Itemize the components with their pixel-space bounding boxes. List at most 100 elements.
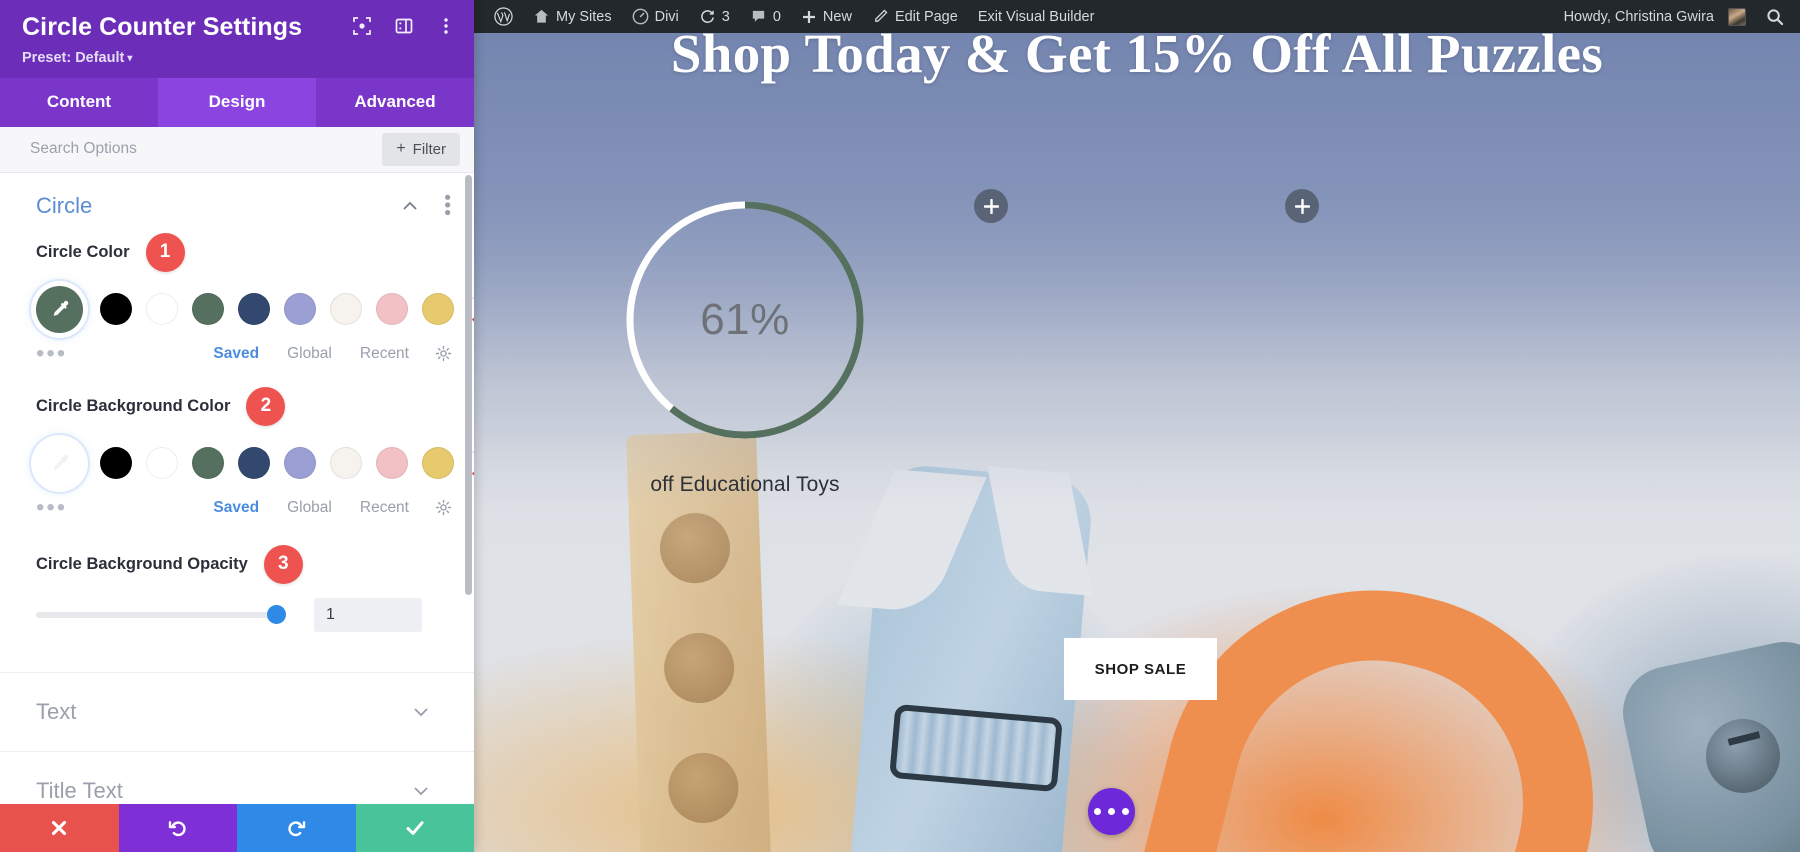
field-label-row: Circle Background Color 2 bbox=[36, 386, 452, 426]
field-label-row: Circle Background Opacity 3 bbox=[36, 544, 452, 584]
admin-bar-item-divi[interactable]: Divi bbox=[622, 0, 689, 33]
admin-bar-label: Edit Page bbox=[894, 8, 958, 25]
tab-advanced[interactable]: Advanced bbox=[316, 77, 474, 127]
color-swatch-row bbox=[36, 439, 474, 487]
module-settings-panel: Circle Counter Settings Preset: Default ▾… bbox=[0, 0, 474, 852]
swatch-black[interactable] bbox=[100, 293, 132, 325]
decorative-wrench-knurl bbox=[889, 703, 1063, 793]
swatch-pink[interactable] bbox=[376, 447, 408, 479]
swatch-green[interactable] bbox=[192, 293, 224, 325]
admin-bar-label: Divi bbox=[654, 8, 679, 25]
chevron-down-icon: ▾ bbox=[127, 52, 133, 64]
opacity-value-input[interactable] bbox=[314, 597, 422, 632]
swatch-yellow[interactable] bbox=[422, 447, 454, 479]
gear-icon[interactable] bbox=[435, 345, 452, 362]
chevron-down-icon bbox=[412, 703, 430, 721]
redo-button[interactable] bbox=[237, 804, 356, 852]
filter-button-label: Filter bbox=[412, 140, 446, 158]
cancel-button[interactable] bbox=[0, 804, 119, 852]
swatch-periwinkle[interactable] bbox=[284, 447, 316, 479]
filter-button[interactable]: + Filter bbox=[382, 132, 460, 166]
slider-handle[interactable] bbox=[267, 604, 286, 624]
color-picker-current[interactable] bbox=[36, 439, 83, 487]
tab-global-colors[interactable]: Global bbox=[287, 499, 332, 517]
opacity-slider[interactable] bbox=[36, 604, 286, 625]
slider-track bbox=[36, 611, 286, 618]
tab-content[interactable]: Content bbox=[0, 77, 158, 127]
section-header-text[interactable]: Text bbox=[0, 673, 474, 751]
wp-logo-button[interactable] bbox=[484, 0, 523, 33]
swatch-off-white[interactable] bbox=[330, 293, 362, 325]
field-label: Circle Color bbox=[36, 242, 130, 261]
field-circle-background-color: Circle Background Color 2 bbox=[0, 386, 474, 487]
comment-icon bbox=[750, 8, 767, 25]
swatch-navy[interactable] bbox=[238, 447, 270, 479]
more-colors-icon[interactable]: ••• bbox=[36, 341, 185, 365]
undo-button[interactable] bbox=[118, 804, 237, 852]
admin-bar-item-comments[interactable]: 0 bbox=[740, 0, 791, 33]
swatch-navy[interactable] bbox=[238, 293, 270, 325]
tab-global-colors[interactable]: Global bbox=[287, 345, 332, 363]
home-icon bbox=[533, 8, 550, 25]
swatch-white[interactable] bbox=[146, 293, 178, 325]
panel-header: Circle Counter Settings Preset: Default ▾ bbox=[0, 0, 474, 78]
admin-bar-item-edit-page[interactable]: Edit Page bbox=[862, 0, 968, 33]
color-meta-row-circle-color: ••• Saved Global Recent bbox=[0, 333, 474, 365]
swatch-yellow[interactable] bbox=[422, 293, 454, 325]
layout-columns-icon[interactable] bbox=[394, 16, 414, 36]
section-header-circle[interactable]: Circle ••• bbox=[0, 173, 474, 233]
account-menu[interactable]: Howdy, Christina Gwira bbox=[1554, 0, 1756, 33]
admin-bar-search-button[interactable] bbox=[1756, 0, 1794, 33]
swatch-pink[interactable] bbox=[376, 293, 408, 325]
tab-saved-colors[interactable]: Saved bbox=[213, 345, 259, 363]
step-badge-3: 3 bbox=[263, 544, 303, 584]
chevron-up-icon[interactable] bbox=[401, 197, 419, 215]
save-button[interactable] bbox=[355, 804, 474, 852]
shop-sale-button[interactable]: SHOP SALE bbox=[1064, 638, 1217, 700]
tab-saved-colors[interactable]: Saved bbox=[213, 499, 259, 517]
plus-icon: + bbox=[396, 140, 406, 157]
panel-preset-selector[interactable]: Preset: Default ▾ bbox=[22, 50, 452, 66]
page-title: Shop Today & Get 15% Off All Puzzles bbox=[670, 33, 1604, 84]
plus-icon bbox=[801, 9, 817, 25]
module-settings-dots-button[interactable] bbox=[1088, 788, 1135, 835]
tab-design[interactable]: Design bbox=[158, 77, 316, 127]
admin-bar-item-new[interactable]: New bbox=[791, 0, 862, 33]
more-colors-icon[interactable]: ••• bbox=[36, 495, 185, 519]
panel-body: Circle ••• Circle Color 1 ••• Saved Glob… bbox=[0, 172, 474, 805]
search-icon bbox=[1766, 8, 1784, 26]
circle-counter-percent: 61% bbox=[700, 295, 790, 344]
focus-icon[interactable] bbox=[352, 16, 372, 36]
kebab-menu-icon[interactable]: ••• bbox=[436, 194, 457, 217]
section-title: Title Text bbox=[36, 777, 123, 803]
admin-bar-item-updates[interactable]: 3 bbox=[689, 0, 740, 33]
decorative-grey-tool-inner bbox=[1706, 719, 1780, 793]
swatch-off-white[interactable] bbox=[330, 447, 362, 479]
tab-recent-colors[interactable]: Recent bbox=[360, 345, 409, 363]
panel-header-icons bbox=[352, 16, 456, 36]
tab-recent-colors[interactable]: Recent bbox=[360, 499, 409, 517]
panel-scrollbar[interactable] bbox=[465, 174, 472, 595]
field-label: Circle Background Color bbox=[36, 396, 231, 415]
swatch-black[interactable] bbox=[100, 447, 132, 479]
swatch-periwinkle[interactable] bbox=[284, 293, 316, 325]
section-header-title-text[interactable]: Title Text bbox=[0, 750, 474, 805]
opacity-slider-row bbox=[0, 597, 474, 632]
check-icon bbox=[406, 821, 424, 835]
kebab-menu-icon[interactable] bbox=[436, 16, 456, 36]
gear-icon[interactable] bbox=[435, 499, 452, 516]
swatch-green[interactable] bbox=[192, 447, 224, 479]
eyedropper-icon bbox=[53, 454, 68, 470]
screen-root: Shop Today & Get 15% Off All Puzzles 61%… bbox=[0, 0, 1800, 852]
admin-bar-item-exit-visual-builder[interactable]: Exit Visual Builder bbox=[968, 0, 1105, 33]
admin-bar-item-my-sites[interactable]: My Sites bbox=[523, 0, 622, 33]
dashboard-icon bbox=[632, 8, 649, 25]
circle-counter-module[interactable]: 61% off Educational Toys bbox=[614, 189, 876, 497]
search-input[interactable] bbox=[0, 140, 383, 158]
add-module-right-button[interactable] bbox=[1285, 189, 1319, 223]
add-module-left-button[interactable] bbox=[974, 189, 1008, 223]
color-picker-current[interactable] bbox=[36, 285, 83, 333]
field-circle-color: Circle Color 1 bbox=[0, 232, 474, 333]
swatch-white[interactable] bbox=[146, 447, 178, 479]
wordpress-admin-bar: My Sites Divi 3 0 New Edit Page Exit Vis… bbox=[474, 0, 1800, 33]
